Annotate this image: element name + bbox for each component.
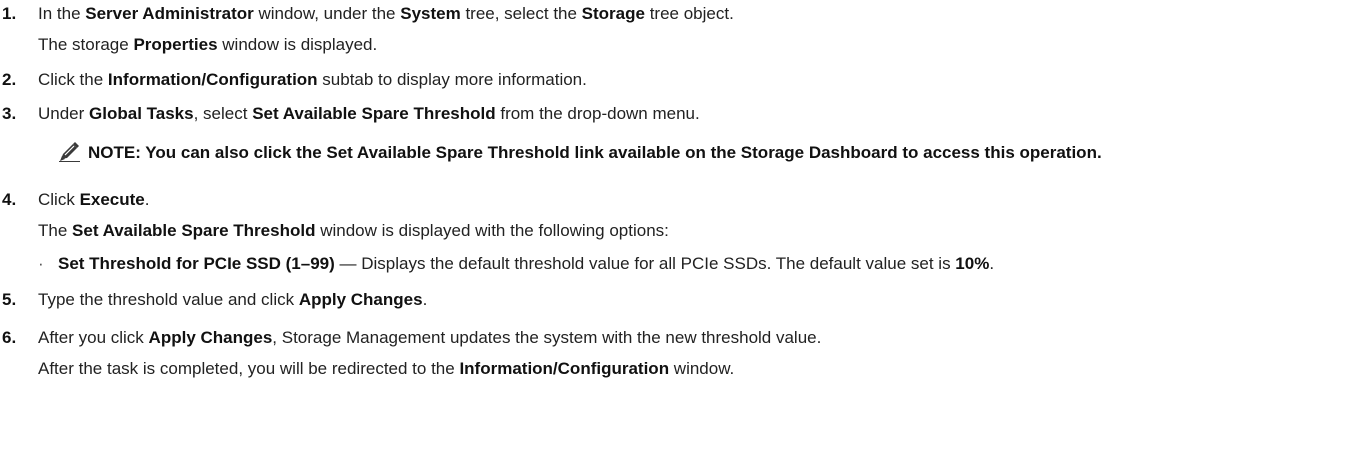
step-result: The storage Properties window is display…	[38, 35, 378, 54]
ui-term: System	[400, 4, 461, 23]
ui-term: Set Threshold for PCIe SSD (1–99)	[58, 254, 335, 273]
step-text: Type the threshold value and click Apply…	[38, 290, 428, 309]
option-bullet: · Set Threshold for PCIe SSD (1–99) — Dis…	[38, 254, 995, 273]
ui-term: Properties	[133, 35, 218, 54]
ui-term: Server Administrator	[85, 4, 254, 23]
ui-term: Information/Configuration	[107, 70, 318, 89]
pencil-icon	[59, 142, 80, 162]
ui-term: Execute	[79, 190, 145, 209]
ui-term: Storage	[581, 4, 645, 23]
step-text: In the Server Administrator window, unde…	[38, 4, 734, 23]
step-text: After you click Apply Changes, Storage M…	[38, 328, 822, 347]
step-result: The Set Available Spare Threshold window…	[38, 221, 669, 240]
step-number: 5.	[2, 290, 17, 309]
ui-term: Set Available Spare Threshold	[72, 221, 316, 240]
ui-term: Set Available Spare Threshold	[252, 104, 496, 123]
ui-term: 10%	[955, 254, 990, 273]
note-text: NOTE: You can also click the Set Availab…	[88, 143, 1102, 162]
step-number: 2.	[2, 70, 17, 89]
step-result: After the task is completed, you will be…	[38, 359, 735, 378]
ui-term: Global Tasks	[89, 104, 194, 123]
ui-term: Information/Configuration	[459, 359, 670, 378]
step-text: Click Execute.	[38, 190, 150, 209]
ui-term: Apply Changes	[298, 290, 423, 309]
step-text: Click the Information/Configuration subt…	[38, 70, 587, 89]
ui-term: Apply Changes	[148, 328, 273, 347]
bullet-marker: ·	[38, 254, 44, 273]
step-number: 3.	[2, 104, 17, 123]
step-text: Under Global Tasks, select Set Available…	[38, 104, 700, 123]
step-number: 1.	[2, 4, 17, 23]
step-number: 6.	[2, 328, 17, 347]
step-number: 4.	[2, 190, 17, 209]
